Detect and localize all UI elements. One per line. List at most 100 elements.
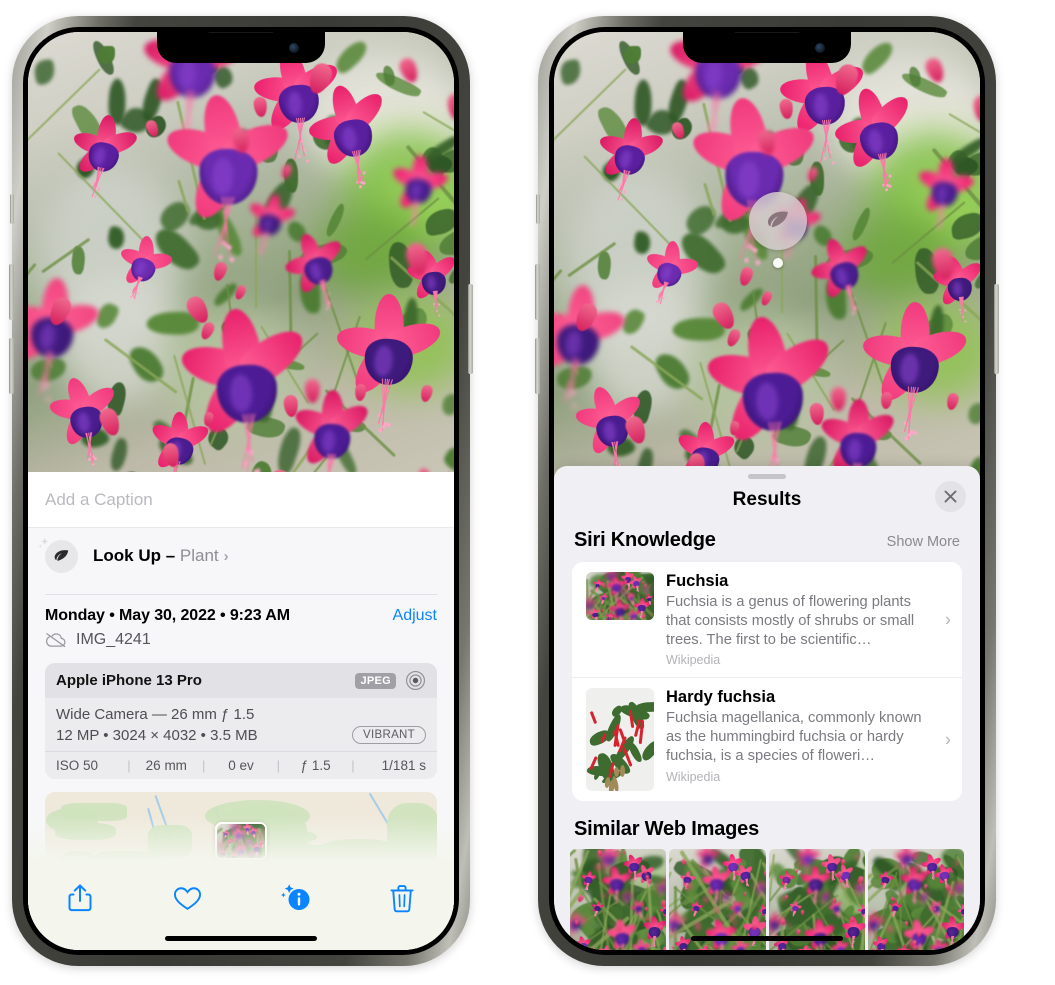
- photo-filename: IMG_4241: [76, 631, 151, 648]
- location-map[interactable]: [45, 792, 437, 864]
- siri-knowledge-header: Siri Knowledge Show More: [554, 521, 980, 562]
- results-title: Results: [732, 489, 802, 510]
- chevron-right-icon: ›: [223, 548, 229, 565]
- web-image-2[interactable]: [669, 849, 766, 950]
- volume-up-button[interactable]: [9, 264, 14, 320]
- lookup-label: Look Up: [93, 546, 161, 565]
- camera-info-card[interactable]: Apple iPhone 13 Pro JPEG Wide Camera — 2…: [45, 663, 437, 779]
- web-image-1[interactable]: [570, 849, 667, 950]
- visual-lookup-leaf-badge[interactable]: [749, 192, 807, 250]
- chevron-right-icon: ›: [945, 729, 951, 750]
- fuchsia-photo: [28, 32, 454, 472]
- volume-up-button[interactable]: [535, 264, 540, 320]
- silent-switch[interactable]: [536, 194, 540, 224]
- metadata-block: Monday • May 30, 2022 • 9:23 AM Adjust I…: [28, 584, 454, 864]
- date-row: Monday • May 30, 2022 • 9:23 AM Adjust: [45, 607, 437, 625]
- results-header: Results: [554, 479, 980, 521]
- screen-bezel: Add a Caption Look Up – Plant › Monday •…: [23, 27, 459, 955]
- proraw-icon: [405, 670, 426, 691]
- camera-card-header: Apple iPhone 13 Pro JPEG: [45, 663, 437, 698]
- web-image-3[interactable]: [768, 849, 865, 950]
- show-more-button[interactable]: Show More: [887, 534, 960, 550]
- caption-placeholder[interactable]: Add a Caption: [45, 490, 153, 510]
- map-photo-pin[interactable]: [215, 822, 267, 860]
- results-sheet: Results Siri Knowledge Show More Fuchsia…: [554, 466, 980, 950]
- home-indicator[interactable]: [165, 936, 317, 941]
- lookup-subject: Plant: [179, 546, 219, 565]
- camera-model: Apple iPhone 13 Pro: [56, 672, 202, 689]
- photo-viewer[interactable]: [554, 32, 980, 482]
- filename-row: IMG_4241: [45, 631, 437, 649]
- front-camera-icon: [815, 43, 825, 53]
- exif-aperture: ƒ 1.5: [300, 758, 331, 773]
- result-thumbnail: [586, 688, 654, 792]
- lens-line: Wide Camera — 26 mm ƒ 1.5: [56, 706, 255, 723]
- camera-card-body: Wide Camera — 26 mm ƒ 1.5 12 MP • 3024 ×…: [45, 698, 437, 751]
- heart-icon: [173, 885, 202, 912]
- delete-button[interactable]: [374, 876, 430, 920]
- similar-web-images-header: Similar Web Images: [554, 801, 980, 849]
- adjust-button[interactable]: Adjust: [393, 607, 437, 625]
- photo-viewer[interactable]: [28, 32, 454, 472]
- profile-badge: VIBRANT: [352, 726, 426, 744]
- siri-knowledge-title: Siri Knowledge: [574, 529, 716, 551]
- result-description: Fuchsia magellanica, commonly known as t…: [666, 710, 922, 765]
- divider: [45, 594, 437, 595]
- favorite-button[interactable]: [159, 876, 215, 920]
- format-badge: JPEG: [355, 672, 396, 689]
- home-indicator[interactable]: [691, 936, 843, 941]
- earpiece-speaker: [207, 32, 275, 33]
- screen-right: Results Siri Knowledge Show More Fuchsia…: [554, 32, 980, 950]
- exif-row: ISO 50 | 26 mm | 0 ev | ƒ 1.5 | 1/181 s: [45, 751, 437, 779]
- chevron-right-icon: ›: [945, 609, 951, 630]
- result-body: Hardy fuchsia Fuchsia magellanica, commo…: [654, 688, 950, 791]
- list-item[interactable]: Hardy fuchsia Fuchsia magellanica, commo…: [572, 677, 962, 801]
- visual-lookup-anchor-dot: [773, 258, 783, 268]
- caption-row[interactable]: Add a Caption: [28, 472, 454, 528]
- look-up-plant-row[interactable]: Look Up – Plant ›: [38, 528, 437, 584]
- exif-shutter: 1/181 s: [381, 758, 426, 773]
- notch: [157, 32, 325, 63]
- similar-web-images-strip: [554, 849, 980, 950]
- icloud-slash-icon: [45, 632, 67, 648]
- sparkle-icon: [36, 535, 58, 557]
- similar-web-images-title: Similar Web Images: [574, 818, 759, 841]
- list-item[interactable]: Fuchsia Fuchsia is a genus of flowering …: [572, 562, 962, 677]
- siri-knowledge-card-group: Fuchsia Fuchsia is a genus of flowering …: [572, 562, 962, 802]
- lookup-dash: –: [161, 546, 180, 565]
- share-icon: [67, 883, 93, 913]
- map-pin-thumbnail: [217, 824, 265, 858]
- screenshot-canvas: Add a Caption Look Up – Plant › Monday •…: [0, 0, 1055, 985]
- photo-date: Monday • May 30, 2022 • 9:23 AM: [45, 607, 290, 624]
- volume-down-button[interactable]: [535, 338, 540, 394]
- iphone-right-device: Results Siri Knowledge Show More Fuchsia…: [535, 16, 999, 966]
- exif-ev: 0 ev: [228, 758, 254, 773]
- screen-bezel: Results Siri Knowledge Show More Fuchsia…: [549, 27, 985, 955]
- result-title: Hardy fuchsia: [666, 688, 776, 707]
- screen-left: Add a Caption Look Up – Plant › Monday •…: [28, 32, 454, 950]
- iphone-left-device: Add a Caption Look Up – Plant › Monday •…: [9, 16, 473, 966]
- result-description: Fuchsia is a genus of flowering plants t…: [666, 594, 915, 648]
- trash-icon: [390, 884, 414, 913]
- leaf-icon: [38, 537, 78, 573]
- size-line: 12 MP • 3024 × 4032 • 3.5 MB: [56, 726, 258, 744]
- exif-focal: 26 mm: [145, 758, 187, 773]
- power-button[interactable]: [994, 284, 999, 374]
- result-body: Fuchsia Fuchsia is a genus of flowering …: [654, 572, 950, 667]
- info-button[interactable]: [267, 876, 323, 920]
- web-image-4[interactable]: [867, 849, 964, 950]
- result-source: Wikipedia: [666, 653, 721, 668]
- fuchsia-photo: [554, 32, 980, 482]
- volume-down-button[interactable]: [9, 338, 14, 394]
- earpiece-speaker: [733, 32, 801, 33]
- notch: [683, 32, 851, 63]
- close-icon[interactable]: [935, 481, 966, 512]
- share-button[interactable]: [52, 876, 108, 920]
- lookup-block: Look Up – Plant ›: [28, 528, 454, 584]
- info-sparkle-icon: [278, 883, 312, 913]
- silent-switch[interactable]: [10, 194, 14, 224]
- camera-header-right: JPEG: [355, 670, 426, 691]
- power-button[interactable]: [468, 284, 473, 374]
- front-camera-icon: [289, 43, 299, 53]
- size-row: 12 MP • 3024 × 4032 • 3.5 MB VIBRANT: [56, 726, 426, 744]
